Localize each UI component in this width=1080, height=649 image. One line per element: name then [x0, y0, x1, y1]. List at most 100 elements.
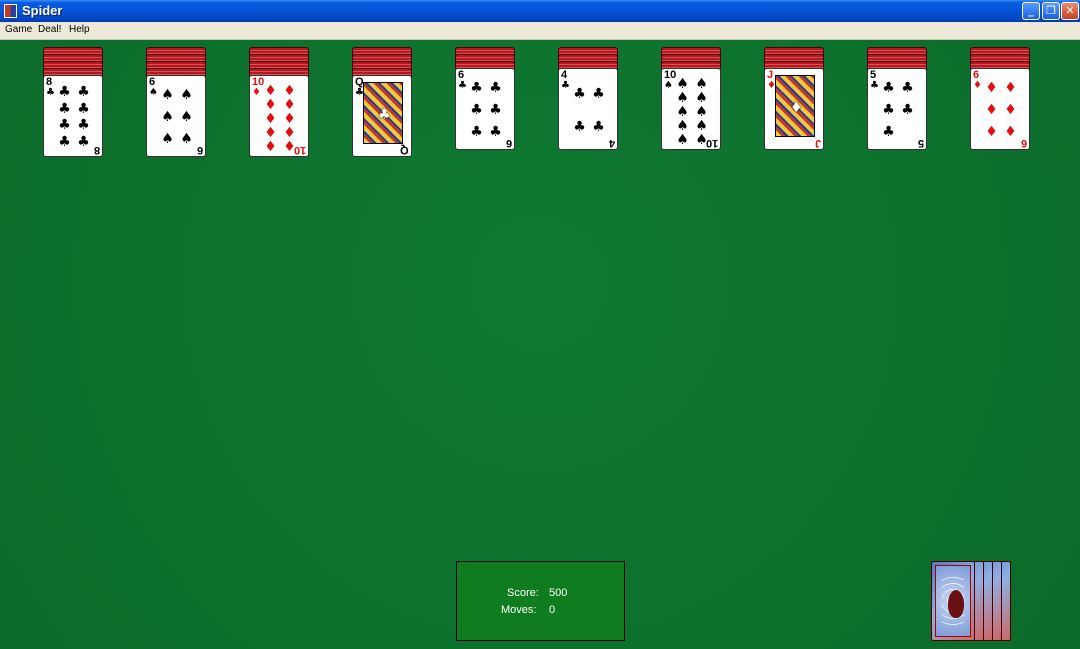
suit-pip-icon: ♣ — [77, 133, 90, 150]
suit-pip-icon: ♠ — [676, 76, 689, 92]
suit-pip-icon: ♦ — [1004, 80, 1017, 96]
suit-pip-icon: ♠ — [676, 90, 689, 106]
moves-label: Moves: — [501, 604, 537, 616]
suit-pip-icon: ♦ — [283, 97, 296, 113]
face-up-card[interactable]: 4 ♣ ♣ ♣ ♣ ♣ 4 — [558, 68, 618, 150]
suit-pip-icon: ♣ — [573, 118, 586, 135]
score-panel[interactable]: Score: 500 Moves: 0 — [456, 561, 625, 641]
stock-card[interactable] — [931, 561, 975, 641]
face-up-card[interactable]: 6 ♦ ♦ ♦ ♦ ♦ ♦ ♦ 6 — [970, 68, 1030, 150]
suit-pip-icon: ♠ — [695, 118, 708, 134]
face-up-card[interactable]: 6 ♠ ♠ ♠ ♠ ♠ ♠ ♠ 6 — [146, 75, 206, 157]
title-bar[interactable]: Spider _ ❐ ✕ — [0, 0, 1080, 22]
face-up-card[interactable]: J ♦ ♦ J — [764, 68, 824, 150]
suit-pip-icon: ♣ — [592, 118, 605, 135]
card-pips: ♣ ♣ ♣ ♣ — [570, 77, 608, 143]
suit-pip-icon: ♣ — [489, 80, 502, 96]
suit-pip-icon: ♠ — [695, 90, 708, 106]
suit-pip-icon: ♣ — [77, 117, 90, 134]
spider-app-icon[interactable] — [4, 4, 17, 18]
suit-pip-icon: ♣ — [901, 80, 914, 96]
suit-pip-icon: ♦ — [264, 83, 277, 99]
moves-value: 0 — [549, 604, 556, 616]
suit-pip-icon: ♣ — [901, 102, 914, 118]
suit-pip-icon: ♠ — [676, 132, 689, 148]
card-rank-bottom: 8 — [93, 144, 100, 156]
face-up-card[interactable]: 10 ♠ ♠ ♠ ♠ ♠ ♠ ♠ ♠ ♠ ♠ ♠ 10 — [661, 68, 721, 150]
close-button[interactable]: ✕ — [1061, 2, 1079, 20]
suit-pip-icon: ♣ — [592, 85, 605, 102]
card-rank-bottom: J — [814, 137, 821, 149]
face-up-card[interactable]: 6 ♣ ♣ ♣ ♣ ♣ ♣ ♣ 6 — [455, 68, 515, 150]
suit-pip-icon: ♠ — [161, 131, 174, 147]
card-suit-icon: ♠ — [149, 87, 158, 98]
card-suit-icon: ♠ — [664, 80, 673, 91]
suit-pip-icon: ♦ — [985, 124, 998, 140]
card-suit-icon: ♣ — [561, 80, 570, 91]
menu-bar: Game Deal! Help — [0, 22, 1080, 40]
suit-pip-icon: ♣ — [58, 84, 71, 101]
window-title: Spider — [22, 3, 63, 18]
score-label: Score: — [507, 587, 539, 599]
spider-icon — [948, 590, 964, 618]
suit-pip-icon: ♣ — [573, 85, 586, 102]
suit-pip-icon: ♣ — [470, 124, 483, 140]
card-suit-icon: ♣ — [46, 87, 55, 98]
card-pips: ♠ ♠ ♠ ♠ ♠ ♠ ♠ ♠ ♠ ♠ — [673, 76, 711, 147]
card-suit-icon: ♦ — [252, 87, 261, 98]
suit-pip-icon: ♣ — [470, 80, 483, 96]
suit-pip-icon: ♣ — [882, 124, 895, 140]
card-pips: ♦ ♦ ♦ ♦ ♦ ♦ — [982, 77, 1020, 143]
menu-game[interactable]: Game — [5, 24, 32, 35]
suit-pip-icon: ♠ — [676, 118, 689, 134]
score-value: 500 — [549, 587, 568, 599]
suit-pip-icon: ♦ — [985, 102, 998, 118]
suit-pip-icon: ♣ — [882, 80, 895, 96]
suit-pip-icon: ♦ — [1004, 102, 1017, 118]
suit-pip-icon: ♠ — [676, 104, 689, 120]
spider-web-art — [935, 565, 971, 637]
face-up-card[interactable]: Q ♣ ♣ Q — [352, 75, 412, 157]
suit-pip-icon: ♦ — [264, 111, 277, 127]
face-up-card[interactable]: 10 ♦ ♦ ♦ ♦ ♦ ♦ ♦ ♦ ♦ ♦ ♦ 10 — [249, 75, 309, 157]
suit-pip-icon: ♠ — [180, 87, 193, 103]
suit-pip-icon: ♦ — [283, 125, 296, 141]
court-card-art: ♦ — [775, 75, 815, 137]
suit-pip-icon: ♦ — [264, 125, 277, 141]
card-pips: ♣ ♣ ♣ ♣ ♣ ♣ ♣ ♣ — [55, 84, 93, 150]
card-rank-bottom: Q — [400, 144, 409, 156]
suit-pip-icon: ♦ — [283, 83, 296, 99]
suit-pip-icon: ♠ — [161, 109, 174, 125]
card-rank-bottom: 4 — [608, 137, 615, 149]
card-pips: ♦ ♦ ♦ ♦ ♦ ♦ ♦ ♦ ♦ ♦ — [261, 83, 299, 154]
suit-pip-icon: ♠ — [695, 76, 708, 92]
maximize-button[interactable]: ❐ — [1042, 2, 1060, 20]
card-suit-icon: ♦ — [973, 80, 982, 91]
card-rank-bottom: 6 — [505, 137, 512, 149]
suit-pip-icon: ♠ — [161, 87, 174, 103]
suit-pip-icon: ♣ — [470, 102, 483, 118]
suit-pip-icon: ♣ — [77, 84, 90, 101]
suit-pip-icon: ♣ — [489, 124, 502, 140]
card-rank-bottom: 6 — [1020, 137, 1027, 149]
card-suit-icon: ♣ — [458, 80, 467, 91]
minimize-button[interactable]: _ — [1022, 2, 1040, 20]
card-rank-bottom: 5 — [917, 137, 924, 149]
card-rank-bottom: 10 — [293, 144, 306, 156]
card-pips: ♣ ♣ ♣ ♣ ♣ ♣ — [467, 77, 505, 143]
card-suit-icon: ♣ — [870, 80, 879, 91]
court-suit-icon: ♦ — [790, 100, 803, 116]
suit-pip-icon: ♣ — [58, 100, 71, 117]
suit-pip-icon: ♠ — [695, 104, 708, 120]
suit-pip-icon: ♠ — [180, 109, 193, 125]
suit-pip-icon: ♠ — [180, 131, 193, 147]
suit-pip-icon: ♦ — [264, 97, 277, 113]
suit-pip-icon: ♦ — [1004, 124, 1017, 140]
menu-help[interactable]: Help — [69, 24, 90, 35]
menu-deal[interactable]: Deal! — [38, 24, 61, 35]
face-up-card[interactable]: 5 ♣ ♣ ♣ ♣ ♣ ♣ 5 — [867, 68, 927, 150]
suit-pip-icon: ♦ — [264, 139, 277, 155]
suit-pip-icon: ♦ — [283, 111, 296, 127]
face-up-card[interactable]: 8 ♣ ♣ ♣ ♣ ♣ ♣ ♣ ♣ ♣ 8 — [43, 75, 103, 157]
card-rank-bottom: 10 — [705, 137, 718, 149]
